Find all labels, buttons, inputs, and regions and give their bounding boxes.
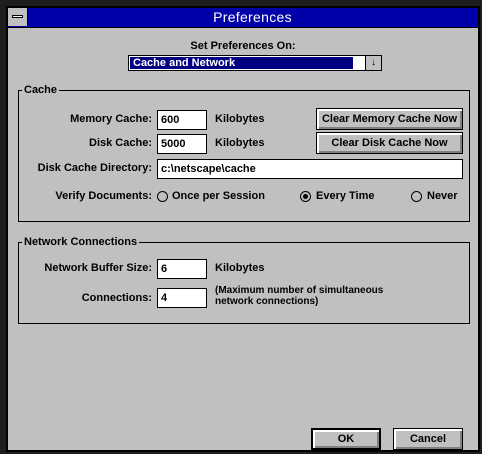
title-bar: Preferences [8, 8, 478, 28]
set-preferences-label: Set Preferences On: [190, 40, 296, 52]
verify-once-per-session-label: Once per Session [172, 190, 265, 202]
connections-note-line1: (Maximum number of simultaneous [215, 285, 384, 296]
verify-never-label: Never [427, 190, 458, 202]
preferences-category-dropdown[interactable]: Cache and Network ↓ [128, 55, 382, 71]
verify-never-radio[interactable] [411, 191, 422, 202]
network-connections-legend: Network Connections [22, 236, 140, 248]
connections-note-line2: network connections) [215, 296, 319, 307]
cancel-button[interactable]: Cancel [393, 428, 463, 450]
disk-cache-directory-label: Disk Cache Directory: [37, 162, 152, 174]
connections-label: Connections: [81, 292, 152, 304]
clear-disk-cache-button[interactable]: Clear Disk Cache Now [316, 132, 463, 154]
dropdown-selected-value: Cache and Network [130, 57, 353, 69]
network-buffer-size-unit: Kilobytes [215, 262, 265, 274]
network-buffer-size-input[interactable]: 6 [157, 259, 207, 279]
memory-cache-label: Memory Cache: [70, 113, 152, 125]
memory-cache-unit: Kilobytes [215, 113, 265, 125]
verify-every-time-label: Every Time [316, 190, 375, 202]
preferences-window: Preferences Set Preferences On: Cache an… [6, 6, 480, 452]
disk-cache-input[interactable]: 5000 [157, 134, 207, 154]
network-buffer-size-label: Network Buffer Size: [44, 262, 152, 274]
ok-button[interactable]: OK [311, 428, 381, 450]
connections-note: (Maximum number of simultaneous network … [215, 285, 383, 307]
network-connections-group [18, 242, 470, 324]
cache-group-legend: Cache [22, 84, 60, 96]
verify-once-per-session-radio[interactable] [157, 191, 168, 202]
window-title: Preferences [213, 9, 292, 25]
disk-cache-directory-input[interactable]: c:\netscape\cache [157, 159, 463, 179]
system-menu-icon[interactable] [8, 8, 28, 26]
dropdown-arrow-icon[interactable]: ↓ [365, 56, 381, 70]
memory-cache-input[interactable]: 600 [157, 110, 207, 130]
verify-documents-label: Verify Documents: [55, 190, 152, 202]
disk-cache-label: Disk Cache: [89, 137, 152, 149]
disk-cache-unit: Kilobytes [215, 137, 265, 149]
verify-every-time-radio[interactable] [300, 191, 311, 202]
connections-input[interactable]: 4 [157, 288, 207, 308]
clear-memory-cache-button[interactable]: Clear Memory Cache Now [316, 108, 463, 130]
